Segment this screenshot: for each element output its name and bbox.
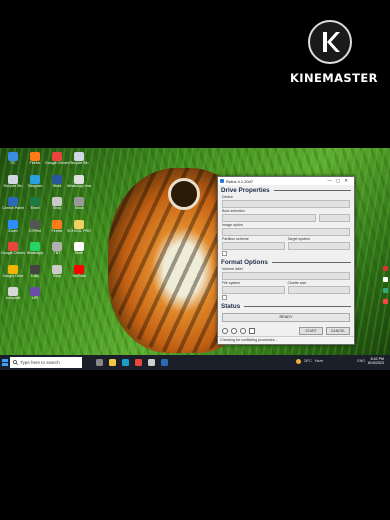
start-button[interactable] [0, 355, 10, 370]
desktop-icon[interactable]: Note [68, 242, 90, 261]
desktop-icon[interactable]: WhatsApp Image [67, 174, 91, 194]
desktop-icon[interactable]: composit [2, 287, 24, 306]
cluster-size-label: Cluster size [287, 281, 307, 285]
rufus-statusbar: Checking for conflicting processes... [218, 336, 354, 344]
desktop-icon[interactable]: Google Chrome [1, 242, 25, 261]
tiger-ear [168, 178, 200, 210]
globe-icon[interactable] [222, 328, 228, 334]
tray-app-icon[interactable] [383, 288, 388, 293]
kinemaster-logo [308, 20, 352, 64]
desktop-icon[interactable]: CSPrint [24, 219, 46, 239]
desktop-icon[interactable]: Zoom [2, 219, 24, 239]
start-button[interactable]: START [299, 327, 323, 335]
weather-temp: 28°C [303, 359, 312, 364]
target-system-label: Target system [287, 237, 310, 241]
rufus-titlebar[interactable]: Rufus 4.1.2047 —▢✕ [218, 177, 354, 185]
desktop-icon[interactable]: Stock [68, 197, 90, 216]
status-progress-bar: READY [222, 313, 350, 322]
info-icon[interactable] [231, 328, 237, 334]
tray-app-icon[interactable] [383, 299, 388, 304]
desktop-screen: PC Recycle Bin Control Panel Zoom Google… [0, 148, 390, 370]
desktop-icon[interactable]: TBT [46, 242, 68, 261]
clock-date: 8/19/2023 [368, 361, 384, 366]
boot-selection-select[interactable] [222, 214, 316, 222]
rufus-window: Rufus 4.1.2047 —▢✕ Drive Properties Devi… [217, 176, 355, 345]
desktop-icons-col3: Google Chrome Word Shop Firefox TBT Shop [45, 152, 69, 284]
tray-app-icon[interactable] [383, 266, 388, 271]
desktop-icon[interactable]: Shop [46, 197, 68, 216]
desktop-icon[interactable]: Word [46, 174, 68, 194]
file-explorer-icon[interactable] [109, 359, 116, 366]
chrome-icon[interactable] [135, 359, 142, 366]
desktop-icons-col2: Firefox Telegram Excel CSPrint WhatsApp … [24, 152, 46, 306]
desktop-icon[interactable]: Recycle Bin [68, 152, 90, 171]
tray-app-icon[interactable] [383, 277, 388, 282]
system-tray: 28°C Haze ENG 8:42 PM 8/19/2023 [295, 357, 384, 366]
desktop-icon[interactable]: Google Chrome [45, 152, 69, 171]
desktop-icon[interactable]: Shop [46, 264, 68, 284]
desktop-icon[interactable]: YouTube [68, 264, 90, 284]
partition-scheme-label: Partition scheme [222, 237, 249, 241]
volume-label-label: Volume label [222, 267, 243, 271]
store-icon[interactable] [161, 359, 168, 366]
taskbar-search[interactable]: Type here to search [10, 357, 82, 368]
desktop-icon[interactable]: Firefox [46, 219, 68, 239]
desktop-icon[interactable]: Excel [24, 197, 46, 216]
advanced-format-toggle[interactable] [218, 294, 354, 301]
task-view-icon[interactable] [96, 359, 103, 366]
desktop-icons-col4: Recycle Bin WhatsApp Image Stock SCHOOL … [67, 152, 91, 284]
image-option-label: Image option [222, 223, 243, 227]
desktop-icon[interactable]: Recycle Bin [2, 174, 24, 194]
kinemaster-watermark: KINEMASTER [290, 71, 378, 85]
rufus-title: Rufus 4.1.2047 [226, 178, 254, 184]
rufus-taskbar-icon[interactable] [148, 359, 155, 366]
taskbar-apps [96, 359, 168, 366]
cluster-size-select[interactable] [287, 286, 350, 294]
select-button[interactable] [318, 214, 350, 222]
taskbar: Type here to search 28°C Haze ENG 8:42 P… [0, 355, 390, 370]
desktop-icon[interactable]: Firefox [24, 152, 46, 171]
edge-icon[interactable] [122, 359, 129, 366]
windows-logo-icon [1, 359, 9, 366]
desktop-icon[interactable]: Google Drive [2, 264, 24, 284]
log-icon[interactable] [249, 328, 255, 334]
desktop-icon[interactable]: PC [2, 152, 24, 171]
volume-label-input[interactable] [222, 272, 350, 280]
advanced-drive-toggle[interactable] [218, 250, 354, 257]
file-system-label: File system [222, 281, 241, 285]
device-select[interactable] [222, 200, 350, 208]
clock[interactable]: 8:42 PM 8/19/2023 [368, 357, 384, 366]
status-heading: Status [221, 303, 351, 310]
weather-icon [295, 358, 301, 364]
desktop-icon[interactable]: WhatsApp [24, 242, 46, 261]
kinemaster-k-icon [323, 32, 340, 52]
desktop-icon[interactable]: Telegram [24, 174, 46, 194]
search-icon [13, 360, 18, 365]
side-tray-icons [383, 266, 388, 304]
file-system-select[interactable] [222, 286, 285, 294]
image-option-select[interactable] [222, 228, 350, 236]
desktop-icons-col1: PC Recycle Bin Control Panel Zoom Google… [1, 152, 25, 306]
desktop-icon[interactable]: Control Panel [2, 197, 24, 216]
desktop-icon[interactable]: Daily [24, 264, 46, 284]
desktop-icon[interactable]: SCHOOL PROJECT [67, 219, 91, 239]
window-controls[interactable]: —▢✕ [327, 178, 352, 184]
drive-properties-heading: Drive Properties [221, 187, 351, 194]
cancel-button[interactable]: CANCEL [326, 327, 350, 335]
desktop-icon[interactable]: UPI [24, 287, 46, 306]
device-label: Device [222, 195, 233, 199]
language-indicator[interactable]: ENG [357, 359, 365, 363]
format-options-heading: Format Options [221, 259, 351, 266]
weather-text: Haze [314, 359, 324, 364]
settings-icon[interactable] [240, 328, 246, 334]
rufus-app-icon [220, 179, 224, 183]
target-system-select[interactable] [287, 242, 350, 250]
search-placeholder: Type here to search [20, 360, 60, 365]
partition-scheme-select[interactable] [222, 242, 285, 250]
